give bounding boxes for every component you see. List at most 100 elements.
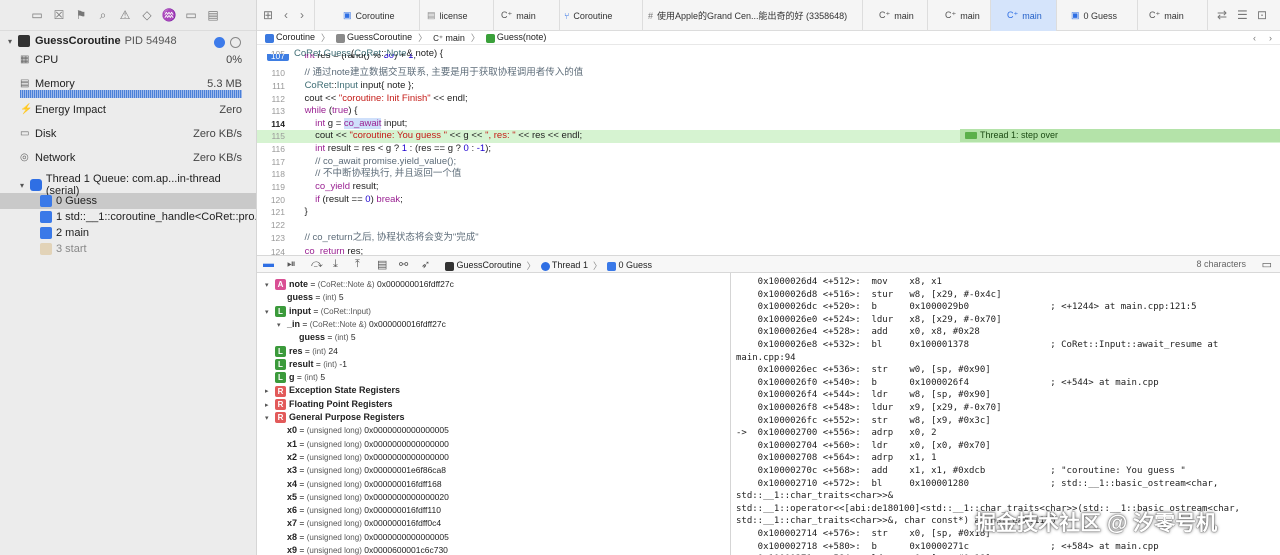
variable-row[interactable]: x7 = (unsigned long) 0x000000016fdff0c4	[277, 517, 441, 530]
thread-icon	[540, 261, 550, 271]
back-icon[interactable]: ‹	[284, 8, 288, 22]
variable-row[interactable]: ▸ R Floating Point Registers	[265, 398, 393, 411]
search-icon[interactable]: ⌕	[96, 8, 110, 22]
previous-issue-icon[interactable]: ‹	[1253, 33, 1256, 43]
project-icon: ▣	[343, 10, 352, 20]
variable-name: Exception State Registers	[289, 385, 401, 396]
variable-row[interactable]: x9 = (unsigned long) 0x0000600001c6c730	[277, 544, 448, 555]
variable-row[interactable]: ▾ _in = (CoRet::Note &) 0x000000016fdff27…	[277, 318, 446, 331]
editor-tab[interactable]: # 使用Apple的Grand Cen...能出奇的好 (3358648)	[644, 0, 862, 31]
disclosure-triangle-icon[interactable]: ▾	[8, 37, 18, 46]
editor-tab[interactable]: C⁺ main	[497, 0, 559, 31]
breakpoint-icon[interactable]: ▭	[184, 8, 198, 22]
breadcrumb-item[interactable]: GuessCoroutine	[336, 32, 412, 43]
variable-type: (CoRet::Input)	[320, 306, 371, 316]
pause-button-icon[interactable]	[230, 37, 241, 48]
editor-tab[interactable]: ▣ Coroutine	[339, 0, 419, 31]
gauge-energy[interactable]: ⚡ Energy Impact Zero	[0, 101, 256, 125]
gauge-disk[interactable]: ▭ Disk Zero KB/s	[0, 125, 256, 149]
stack-frame[interactable]: 3 start	[0, 241, 256, 257]
function-icon	[485, 33, 495, 43]
editor-tab[interactable]: ⑂ Coroutine	[560, 0, 642, 31]
debug-crumb-item[interactable]: 0 Guess	[606, 260, 652, 271]
step-out-icon[interactable]: ⤒	[355, 258, 360, 271]
gauge-cpu[interactable]: ▦ CPU 0%	[0, 51, 256, 75]
tab-label: Coroutine	[573, 10, 613, 21]
editor-tab-active[interactable]: C⁺ main	[991, 0, 1056, 31]
add-editor-icon[interactable]: ⊡	[1257, 8, 1267, 22]
disclosure-triangle-icon[interactable]: ▾	[277, 319, 287, 332]
memory-graph-icon[interactable]: ⚯	[399, 258, 408, 271]
bookmark-icon[interactable]: ⚑	[74, 8, 88, 22]
process-name: GuessCoroutine	[35, 35, 121, 47]
next-issue-icon[interactable]: ›	[1269, 33, 1272, 43]
tab-label: main	[1164, 10, 1184, 21]
folder-icon[interactable]: ▭	[30, 8, 44, 22]
continue-icon[interactable]: ⏯	[287, 258, 296, 271]
view-hierarchy-icon[interactable]: ▤	[377, 258, 387, 271]
disclosure-triangle-icon[interactable]: ▾	[265, 412, 275, 425]
variable-row[interactable]: x8 = (unsigned long) 0x0000000000000005	[277, 531, 449, 544]
breadcrumb-item[interactable]: C⁺ main	[433, 33, 465, 43]
variable-type: (unsigned long)	[306, 452, 362, 462]
variable-row[interactable]: ▾ R General Purpose Registers	[265, 411, 405, 424]
breadcrumb-item[interactable]: Coroutine	[265, 32, 315, 43]
variable-value: 0x00000001e6f86ca8	[364, 465, 447, 476]
variable-row[interactable]: ▾ Linput = (CoRet::Input)	[265, 305, 371, 318]
step-over-icon[interactable]: ⤼	[311, 258, 323, 271]
gauge-network[interactable]: ◎ Network Zero KB/s	[0, 149, 256, 173]
variable-row[interactable]: x4 = (unsigned long) 0x000000016fdff168	[277, 478, 442, 491]
editor-tab[interactable]: ▣ 0 Guess	[1067, 0, 1137, 31]
editor-tab[interactable]: ▤ license	[423, 0, 493, 31]
editor-tab[interactable]: C⁺ main	[1145, 0, 1207, 31]
toggle-debug-area-icon[interactable]: ▬	[263, 258, 274, 270]
editor-options-icon[interactable]: ☰	[1237, 8, 1248, 22]
variable-row[interactable]: x2 = (unsigned long) 0x0000000000000000	[277, 451, 449, 464]
variable-value: -1	[339, 358, 347, 369]
console-toggle-icon[interactable]: ▭	[1262, 258, 1272, 271]
tab-label: license	[439, 10, 468, 21]
grid-icon[interactable]: ⊞	[263, 8, 273, 22]
test-icon[interactable]: ◇	[140, 8, 154, 22]
variable-row[interactable]: x5 = (unsigned long) 0x0000000000000020	[277, 491, 449, 504]
gauge-memory[interactable]: ▤ Memory 5.3 MB	[0, 75, 256, 101]
step-into-icon[interactable]: ⤓	[333, 258, 338, 271]
tab-label: main	[960, 10, 980, 21]
disclosure-triangle-icon[interactable]: ▾	[20, 181, 30, 190]
info-button-icon[interactable]	[214, 37, 225, 48]
variable-row[interactable]: guess = (int) 5	[289, 331, 356, 344]
location-icon[interactable]: ➶	[421, 258, 430, 271]
debug-crumb-item[interactable]: GuessCoroutine	[445, 260, 522, 271]
disclosure-triangle-icon[interactable]: ▸	[265, 399, 275, 412]
stack-frame[interactable]: 2 main	[0, 225, 256, 241]
variable-row[interactable]: Lg = (int) 5	[265, 371, 325, 384]
disclosure-triangle-icon[interactable]: ▾	[265, 279, 275, 292]
forward-icon[interactable]: ›	[300, 8, 304, 22]
source-control-icon[interactable]: ☒	[52, 8, 66, 22]
debug-crumb-item[interactable]: Thread 1	[540, 260, 588, 271]
disclosure-triangle-icon[interactable]: ▾	[265, 306, 275, 319]
breadcrumb-item[interactable]: Guess(note)	[485, 32, 546, 43]
variables-view[interactable]: ▾ Anote = (CoRet::Note &) 0x000000016fdff…	[257, 273, 731, 555]
variable-row[interactable]: ▾ Anote = (CoRet::Note &) 0x000000016fdff…	[265, 278, 454, 291]
variable-row[interactable]: ▸ R Exception State Registers	[265, 384, 400, 397]
report-icon[interactable]: ▤	[206, 8, 220, 22]
process-row[interactable]: ▾ GuessCoroutine PID 54948	[0, 31, 256, 51]
variable-type: (unsigned long)	[306, 506, 362, 516]
stack-frame[interactable]: 1 std::__1::coroutine_handle<CoRet::pro.…	[0, 209, 256, 225]
thread-row[interactable]: ▾ Thread 1 Queue: com.ap...in-thread (se…	[0, 173, 256, 197]
variable-row[interactable]: x0 = (unsigned long) 0x0000000000000005	[277, 424, 449, 437]
split-editor-icon[interactable]: ⇄	[1217, 8, 1227, 22]
variable-row[interactable]: x3 = (unsigned long) 0x00000001e6f86ca8	[277, 464, 446, 477]
disclosure-triangle-icon[interactable]: ▸	[265, 385, 275, 398]
variable-row[interactable]: Lres = (int) 24	[265, 345, 338, 358]
source-editor[interactable]: 105CoRet Guess(CoRet::Note& note) { 107 …	[257, 46, 1280, 255]
editor-tab[interactable]: C⁺ main	[875, 0, 935, 31]
issue-icon[interactable]: ⚠	[118, 8, 132, 22]
debug-navigator-icon[interactable]: ♒	[162, 8, 177, 22]
variable-type: (int)	[312, 346, 326, 356]
variable-row[interactable]: x1 = (unsigned long) 0x0000000000000000	[277, 438, 449, 451]
variable-row[interactable]: Lresult = (int) -1	[265, 358, 347, 371]
variable-row[interactable]: x6 = (unsigned long) 0x000000016fdff110	[277, 504, 441, 517]
variable-row[interactable]: guess = (int) 5	[277, 291, 344, 304]
